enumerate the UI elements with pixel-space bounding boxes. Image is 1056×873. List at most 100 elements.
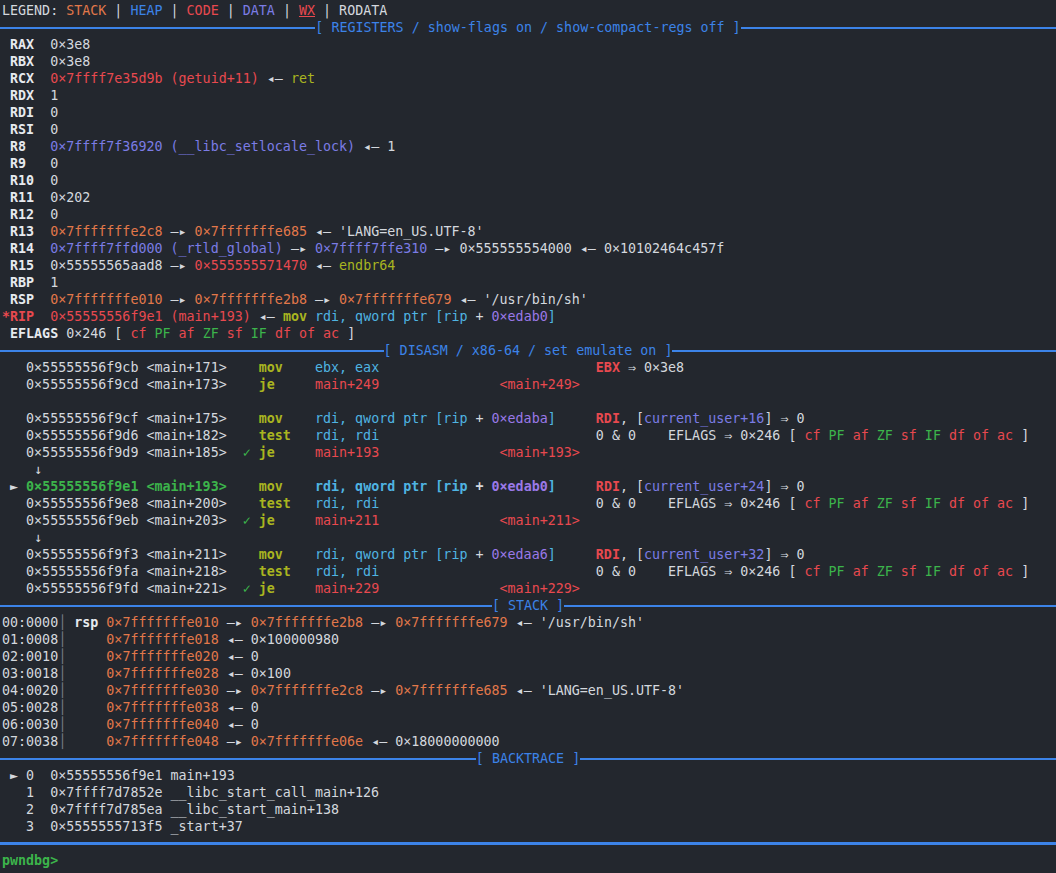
text-segment — [307, 309, 315, 324]
text-segment — [556, 547, 596, 562]
text-segment — [379, 377, 499, 392]
text-segment: ] — [548, 547, 556, 562]
text-segment: EFLAGS ⇒ 0×246 [ — [668, 564, 804, 579]
text-segment: 0×edaa6 — [492, 547, 548, 562]
legend-rodata: RODATA — [339, 3, 387, 18]
text-segment: rdi, rdi — [315, 496, 379, 511]
text-segment — [283, 360, 315, 375]
text-segment: ac — [997, 564, 1013, 579]
text-segment: mov — [259, 547, 283, 562]
text-segment — [291, 564, 315, 579]
text-segment: ac — [997, 428, 1013, 443]
stack-row: 03:0018│ 0×7fffffffe028 ◂— 0×100 — [2, 665, 1056, 682]
register-row-rsp: RSP 0×7fffffffe010 —▸ 0×7fffffffe2b8 —▸ … — [2, 291, 1056, 308]
register-row-r8: R8 0×7ffff7f36920 (__libc_setlocale_lock… — [2, 138, 1056, 155]
text-segment: 0×55555556f9fa <main+218> — [2, 564, 259, 579]
text-segment: —▸ — [283, 241, 315, 256]
backtrace-row: 2 0×7ffff7d785ea __libc_start_main+138 — [2, 801, 1056, 818]
text-segment: 0×7ffff7ffe310 — [315, 241, 427, 256]
legend-row: LEGEND: STACK | HEAP | CODE | DATA | WX … — [2, 2, 1056, 19]
text-segment: mov — [283, 309, 307, 324]
text-segment: ✓ — [243, 513, 251, 528]
text-segment: RSI — [2, 122, 50, 137]
text-segment: IF — [925, 496, 949, 511]
stack-row: 01:0008│ 0×7fffffffe018 ◂— 0×100000980 — [2, 631, 1056, 648]
register-row-eflags: EFLAGS 0×246 [ cf PF af ZF sf IF df of a… — [2, 325, 1056, 342]
text-segment: test — [259, 496, 291, 511]
text-segment: 0×202 — [50, 190, 90, 205]
text-segment: R11 — [2, 190, 50, 205]
text-segment: ◂— — [219, 666, 251, 681]
text-segment: ◂— — [572, 241, 604, 256]
text-segment: df — [949, 496, 973, 511]
text-segment: sf — [901, 496, 925, 511]
text-segment — [283, 411, 315, 426]
text-segment: PF — [155, 326, 179, 341]
section-title: [ REGISTERS / show-flags on / show-compa… — [315, 19, 740, 36]
text-segment: test — [259, 564, 291, 579]
text-segment — [227, 479, 259, 494]
register-row-rip: *RIP 0×55555556f9e1 (main+193) ◂— mov rd… — [2, 308, 1056, 325]
text-segment: ◂— — [307, 258, 339, 273]
text-segment: 0×55555556f9e8 <main+200> — [2, 496, 259, 511]
register-row-rsi: RSI 0 — [2, 121, 1056, 138]
text-segment: ] — [1013, 428, 1029, 443]
text-segment: af — [853, 428, 877, 443]
prompt[interactable]: pwndbg> — [2, 853, 58, 868]
text-segment: 0 — [50, 207, 58, 222]
text-segment: main+249 — [315, 377, 379, 392]
text-segment: *RIP — [2, 309, 50, 324]
text-segment: —▸ — [219, 683, 251, 698]
text-segment: 0×246 — [66, 326, 114, 341]
text-segment: 0×55555556f9fd <main+221> — [2, 581, 243, 596]
text-segment: 0×7fffffffe685 — [395, 683, 507, 698]
text-segment: 06:0030 — [2, 717, 58, 732]
text-segment: 0×18000000000 — [395, 734, 499, 749]
text-segment: │ — [58, 734, 66, 749]
text-segment — [556, 479, 596, 494]
text-segment: ZF — [203, 326, 227, 341]
text-segment: cf — [804, 496, 828, 511]
text-segment: ebx, eax — [315, 360, 379, 375]
text-segment — [379, 581, 499, 596]
text-segment: af — [179, 326, 203, 341]
text-segment: sf — [901, 564, 925, 579]
text-segment: 0×55555556f9d6 <main+182> — [2, 428, 259, 443]
text-segment: ◂— — [259, 71, 291, 86]
text-segment: ] ⇒ 0 — [764, 479, 804, 494]
text-segment: ◂— — [251, 309, 283, 324]
text-segment: ] — [548, 309, 556, 324]
text-segment: rdi, rdi — [315, 564, 379, 579]
text-segment: 0×7ffff7f36920 (__libc_setlocale_lock) — [50, 139, 355, 154]
text-segment: 0 & 0 — [596, 496, 668, 511]
text-segment: [ — [114, 326, 130, 341]
text-segment: 0×7fffffffe010 — [106, 615, 218, 630]
text-segment: 0×7ffff7ffd000 (_rtld_global) — [50, 241, 283, 256]
text-segment: ◂— — [219, 632, 251, 647]
text-segment: ↓ — [2, 462, 42, 477]
text-segment: │ — [58, 717, 66, 732]
disasm-row: 0×55555556f9eb <main+203> ✓ je main+211 … — [2, 512, 1056, 529]
text-segment — [291, 428, 315, 443]
text-segment: R12 — [2, 207, 50, 222]
text-segment: 0×edab0 — [492, 309, 548, 324]
text-segment: RDI — [596, 411, 620, 426]
text-segment: 0×7fffffffe030 — [106, 683, 218, 698]
text-segment: ◂— — [355, 139, 387, 154]
text-segment — [379, 428, 596, 443]
text-segment — [379, 360, 596, 375]
text-segment: ] — [339, 326, 355, 341]
stack-row: 00:0000│ rsp 0×7fffffffe010 —▸ 0×7ffffff… — [2, 614, 1056, 631]
text-segment — [66, 632, 106, 647]
text-segment: 0×7fffffffe040 — [106, 717, 218, 732]
text-segment: 0×7fffffffe679 — [395, 615, 507, 630]
text-segment: IF — [925, 564, 949, 579]
text-segment: R9 — [2, 156, 50, 171]
register-row-rdx: RDX 1 — [2, 87, 1056, 104]
text-segment: + — [467, 309, 491, 324]
text-segment: 0×100 — [251, 666, 291, 681]
text-segment: 0 — [50, 105, 58, 120]
legend-stack: STACK — [66, 3, 106, 18]
text-segment: —▸ — [219, 615, 251, 630]
register-row-rdi: RDI 0 — [2, 104, 1056, 121]
